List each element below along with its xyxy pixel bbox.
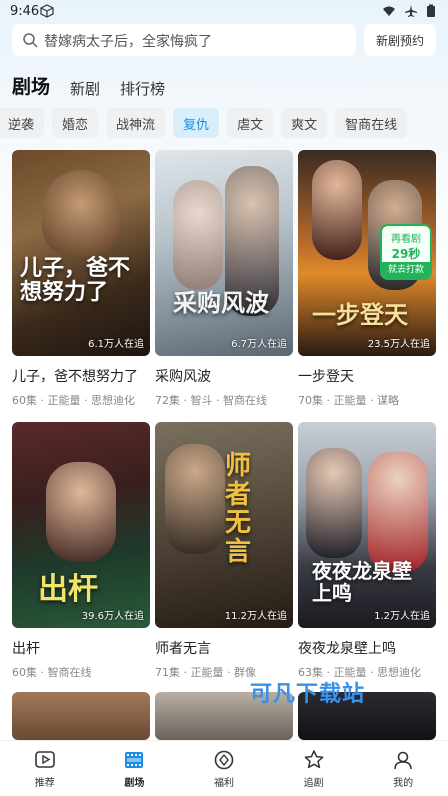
drama-card[interactable]: 夜夜龙泉壁上鸣 1.2万人在追 夜夜龙泉壁上鸣 63集 · 正能量 · 思想迪化 [298,422,436,680]
genre-chip[interactable]: 逆袭 [0,108,45,138]
nav-follow[interactable]: 追剧 [269,741,359,796]
wifi-icon [383,6,395,16]
genre-chip[interactable]: 婚恋 [52,108,99,138]
drama-meta: 70集 · 正能量 · 谋略 [298,394,399,407]
poster-title: 夜夜龙泉壁上鸣 [312,559,412,605]
genre-chip[interactable]: 爽文 [281,108,328,138]
drama-meta: 72集 · 智斗 · 智商在线 [155,394,267,407]
poster-figure [46,462,116,562]
package-icon [40,4,54,18]
nav-theater[interactable]: 剧场 [90,741,180,796]
nav-label: 我的 [393,777,414,789]
drama-poster[interactable]: 儿子，爸不想努力了 6.1万人在追 [12,150,150,356]
poster-title: 出杆 [38,572,98,607]
badge-countdown: 29秒 [391,247,421,261]
nav-welfare[interactable]: 福利 [179,741,269,796]
genre-chip[interactable]: 战神流 [106,108,166,138]
airplane-icon [405,5,417,17]
reward-countdown-badge[interactable]: 再看剧 29秒 就去打款 [380,224,432,280]
watch-count: 23.5万人在追 [367,339,430,350]
badge-line: 就去打款 [382,262,430,278]
drama-card[interactable]: 儿子，爸不想努力了 6.1万人在追 儿子，爸不想努力了 60集 · 正能量 · … [12,150,150,408]
poster-figure [306,448,362,558]
play-icon [34,750,55,768]
drama-poster[interactable] [12,692,150,740]
drama-card[interactable]: 一步登天 再看剧 29秒 就去打款 23.5万人在追 一步登天 70集 · 正能… [298,150,436,408]
poster-figure [165,444,225,554]
nav-label: 追剧 [303,777,324,789]
drama-poster[interactable]: 出杆 39.6万人在追 [12,422,150,628]
search-bar[interactable]: 替嫁病太子后，全家悔疯了 [12,24,356,56]
drama-meta: 60集 · 正能量 · 思想迪化 [12,394,135,407]
search-placeholder: 替嫁病太子后，全家悔疯了 [44,34,212,50]
nav-recommend[interactable]: 推荐 [0,741,90,796]
drama-poster[interactable]: 采购风波 6.7万人在追 [155,150,293,356]
tab-theater[interactable]: 剧场 [12,72,50,99]
watch-count: 6.1万人在追 [88,339,144,350]
watch-count: 1.2万人在追 [374,611,430,622]
nav-label: 剧场 [124,777,145,789]
watch-count: 6.7万人在追 [231,339,287,350]
drama-card[interactable]: 师者无言 11.2万人在追 师者无言 71集 · 正能量 · 群像 [155,422,293,680]
poster-figure [312,160,362,260]
poster-title: 儿子，爸不想努力了 [20,254,131,305]
tab-ranking[interactable]: 排行榜 [120,78,165,99]
drama-title: 一步登天 [298,369,354,385]
film-icon [125,751,144,768]
drama-card[interactable] [12,692,150,740]
nav-label: 福利 [213,777,234,789]
genre-chip-active[interactable]: 复仇 [173,108,220,138]
genre-chips: 逆袭 婚恋 战神流 复仇 虐文 爽文 智商在线 [0,108,448,140]
genre-chip[interactable]: 虐文 [227,108,274,138]
badge-line: 再看剧 [391,234,421,245]
status-bar: 9:46 [0,0,448,24]
gift-icon [214,750,234,769]
drama-title: 出杆 [12,641,40,657]
poster-title: 一步登天 [312,299,408,329]
poster-figure [42,170,120,256]
drama-title: 师者无言 [155,641,211,657]
watch-count: 11.2万人在追 [224,611,287,622]
drama-meta: 60集 · 智商在线 [12,666,92,679]
star-icon [304,749,323,768]
drama-card[interactable]: 出杆 39.6万人在追 出杆 60集 · 智商在线 [12,422,150,680]
genre-chip[interactable]: 智商在线 [335,108,408,138]
drama-poster[interactable]: 师者无言 11.2万人在追 [155,422,293,628]
new-drama-reserve-button[interactable]: 新剧预约 [364,24,436,56]
poster-figure [368,452,428,572]
poster-figure [173,180,223,290]
status-time: 9:46 [10,4,40,19]
drama-poster[interactable]: 一步登天 再看剧 29秒 就去打款 23.5万人在追 [298,150,436,356]
nav-mine[interactable]: 我的 [358,741,448,796]
drama-poster[interactable]: 夜夜龙泉壁上鸣 1.2万人在追 [298,422,436,628]
drama-title: 儿子，爸不想努力了 [12,369,138,385]
poster-title: 师者无言 [225,451,252,567]
drama-card[interactable]: 采购风波 6.7万人在追 采购风波 72集 · 智斗 · 智商在线 [155,150,293,408]
battery-icon [427,4,435,17]
drama-title: 采购风波 [155,369,211,385]
user-icon [394,751,412,769]
drama-title: 夜夜龙泉壁上鸣 [298,641,396,657]
poster-title: 采购风波 [173,287,269,317]
bottom-nav: 推荐 剧场 福利 追剧 我的 [0,740,448,796]
nav-label: 推荐 [34,777,55,789]
watch-count: 39.6万人在追 [81,611,144,622]
top-tabs: 剧场 新剧 排行榜 [12,72,165,99]
watermark: 可凡下载站 [250,682,366,707]
tab-new[interactable]: 新剧 [70,78,100,99]
search-icon [23,33,38,48]
